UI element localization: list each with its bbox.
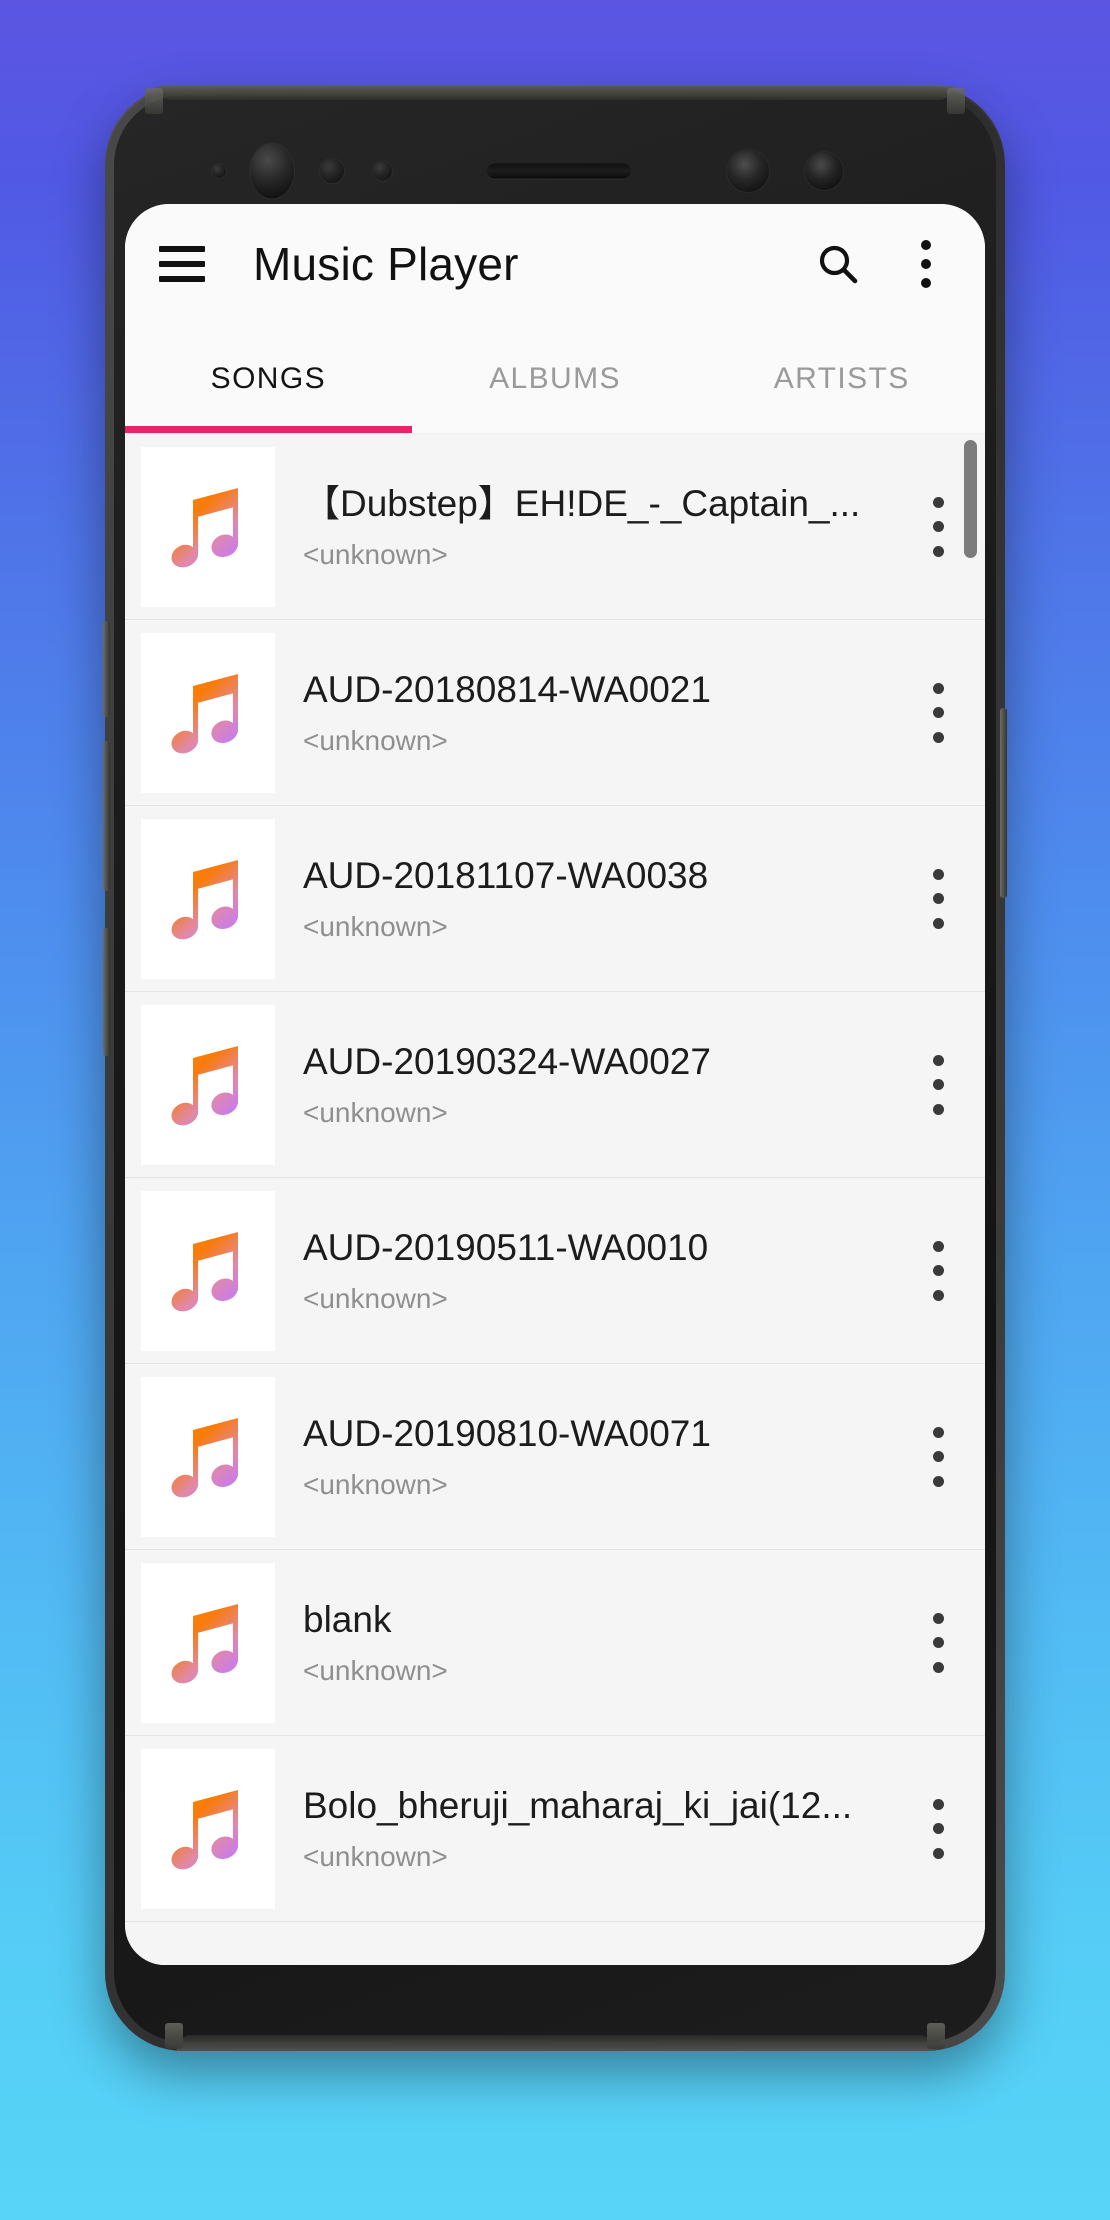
music-note-icon	[171, 1417, 239, 1497]
phone-mockup: Music Player SONGS ALBUMS ARTISTS 【Dubst…	[103, 86, 1007, 2051]
table-row[interactable]: blank <unknown>	[125, 1550, 985, 1736]
phone-bottom-ridge	[177, 2035, 933, 2051]
song-title: AUD-20181107-WA0038	[303, 854, 709, 896]
song-info: Bolo_bheruji_maharaj_ki_jai(12... <unkno…	[275, 1784, 901, 1874]
song-title: AUD-20190810-WA0071	[303, 1412, 711, 1454]
table-row[interactable]: AUD-20190511-WA0010 <unknown>	[125, 1178, 985, 1364]
song-title: 【Dubstep】EH!DE_-_Captain_...	[303, 482, 861, 524]
tab-artists[interactable]: ARTISTS	[698, 324, 985, 433]
album-art	[141, 1748, 275, 1909]
table-row[interactable]: AUD-20190810-WA0071 <unknown>	[125, 1364, 985, 1550]
song-title: blank	[303, 1598, 392, 1640]
album-art	[141, 446, 275, 607]
song-info: AUD-20181107-WA0038 <unknown>	[275, 854, 901, 944]
music-note-icon	[171, 1231, 239, 1311]
search-icon[interactable]	[811, 237, 865, 291]
volume-down-button[interactable]	[103, 741, 110, 891]
frame-antenna-line-bottom-right	[927, 2023, 945, 2049]
table-row[interactable]: 【Dubstep】EH!DE_-_Captain_... <unknown>	[125, 434, 985, 620]
music-note-icon	[171, 1789, 239, 1869]
tab-albums-label: ALBUMS	[489, 361, 621, 395]
album-art	[141, 818, 275, 979]
song-title: AUD-20180814-WA0021	[303, 668, 711, 710]
tab-songs[interactable]: SONGS	[125, 324, 412, 433]
song-artist: <unknown>	[303, 539, 448, 571]
more-vertical-icon[interactable]	[901, 1604, 975, 1682]
music-note-icon	[171, 673, 239, 753]
tab-artists-label: ARTISTS	[773, 361, 910, 395]
song-artist: <unknown>	[303, 725, 448, 757]
album-art	[141, 1190, 275, 1351]
album-art	[141, 1562, 275, 1723]
front-camera-icon	[250, 143, 294, 199]
more-vertical-icon[interactable]	[901, 674, 975, 752]
album-art	[141, 1004, 275, 1165]
frame-antenna-line-top-left	[145, 88, 163, 114]
album-art	[141, 1376, 275, 1537]
phone-screen: Music Player SONGS ALBUMS ARTISTS 【Dubst…	[125, 204, 985, 1965]
table-row[interactable]: AUD-20180814-WA0021 <unknown>	[125, 620, 985, 806]
song-info: AUD-20190324-WA0027 <unknown>	[275, 1040, 901, 1130]
app-bar-actions	[811, 237, 953, 291]
app-bar: Music Player	[125, 204, 985, 324]
music-note-icon	[171, 1603, 239, 1683]
song-info: 【Dubstep】EH!DE_-_Captain_... <unknown>	[275, 482, 901, 572]
more-vertical-icon[interactable]	[901, 1046, 975, 1124]
volume-up-button[interactable]	[103, 621, 110, 717]
song-artist: <unknown>	[303, 1841, 448, 1873]
hamburger-menu-icon[interactable]	[159, 241, 205, 287]
phone-top-ridge	[157, 86, 953, 100]
music-note-icon	[171, 1045, 239, 1125]
song-info: AUD-20190810-WA0071 <unknown>	[275, 1412, 901, 1502]
more-vertical-icon[interactable]	[901, 1418, 975, 1496]
album-art	[141, 632, 275, 793]
music-note-icon	[171, 859, 239, 939]
tab-albums[interactable]: ALBUMS	[412, 324, 699, 433]
frame-antenna-line-bottom-left	[165, 2023, 183, 2049]
more-vertical-icon[interactable]	[901, 1232, 975, 1310]
song-info: AUD-20180814-WA0021 <unknown>	[275, 668, 901, 758]
song-artist: <unknown>	[303, 1655, 448, 1687]
top-bezel-sensor-row	[105, 143, 1005, 199]
more-vertical-icon[interactable]	[901, 860, 975, 938]
song-title: AUD-20190324-WA0027	[303, 1040, 711, 1082]
table-row[interactable]: Bolo_bheruji_maharaj_ki_jai(12... <unkno…	[125, 1736, 985, 1922]
bixby-button[interactable]	[103, 928, 110, 1056]
page-title: Music Player	[253, 238, 519, 290]
power-button[interactable]	[1000, 708, 1007, 898]
music-note-icon	[171, 487, 239, 567]
table-row[interactable]: AUD-20181107-WA0038 <unknown>	[125, 806, 985, 992]
song-artist: <unknown>	[303, 911, 448, 943]
proximity-sensor-icon	[212, 164, 226, 178]
tab-active-indicator	[125, 426, 412, 433]
scrollbar-thumb[interactable]	[964, 440, 977, 558]
tab-songs-label: SONGS	[210, 361, 327, 395]
song-info: blank <unknown>	[275, 1598, 901, 1688]
more-vertical-icon[interactable]	[901, 1790, 975, 1868]
song-list[interactable]: 【Dubstep】EH!DE_-_Captain_... <unknown> A…	[125, 434, 985, 1965]
song-artist: <unknown>	[303, 1097, 448, 1129]
earpiece-speaker-icon	[487, 163, 631, 179]
camera-lens-1-icon	[727, 150, 769, 192]
song-info: AUD-20190511-WA0010 <unknown>	[275, 1226, 901, 1316]
frame-antenna-line-top-right	[947, 88, 965, 114]
song-title: AUD-20190511-WA0010	[303, 1226, 709, 1268]
table-row[interactable]: AUD-20190324-WA0027 <unknown>	[125, 992, 985, 1178]
camera-lens-2-icon	[805, 152, 843, 190]
song-title: Bolo_bheruji_maharaj_ki_jai(12...	[303, 1784, 853, 1826]
iris-sensor-icon	[320, 159, 344, 183]
song-artist: <unknown>	[303, 1469, 448, 1501]
more-vertical-icon[interactable]	[899, 237, 953, 291]
tab-bar: SONGS ALBUMS ARTISTS	[125, 324, 985, 434]
led-indicator-icon	[373, 161, 392, 181]
song-artist: <unknown>	[303, 1283, 448, 1315]
